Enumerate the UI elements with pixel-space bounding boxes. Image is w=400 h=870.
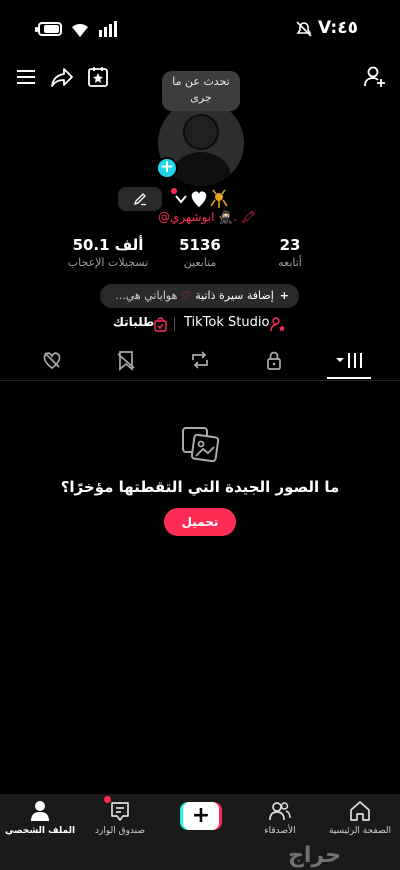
tab-videos[interactable] [335,349,365,371]
nav-home[interactable]: الصفحة الرئيسية [320,800,400,836]
add-friend-icon[interactable] [362,64,388,90]
mute-icon [296,21,312,37]
speech-bubble[interactable]: تحدث عن ما جرى [162,71,240,111]
your-orders-link[interactable]: طلباتك [113,315,154,329]
add-story-plus-icon[interactable]: + [156,157,178,179]
nav-inbox-label: صندوق الوارد [94,826,146,836]
plus-icon: + [279,289,289,302]
share-icon[interactable] [49,64,75,90]
likes-label: تسجيلات الإعجاب [67,256,149,269]
tiktok-studio-link[interactable]: TikTok Studio [184,315,269,330]
tab-favorites[interactable] [115,349,137,371]
signal-icon [99,21,117,37]
battery-fill [44,25,59,33]
chevron-down-icon[interactable] [174,193,188,205]
clock: V:٤٥ [318,18,358,38]
likes-count: 50.1 ألف [72,236,144,254]
likes-stat[interactable]: 50.1 ألف تسجيلات الإعجاب [60,236,156,269]
create-plus-icon: + [183,802,219,830]
home-icon [350,801,370,821]
tab-liked[interactable] [41,349,63,371]
pencil-icon [133,193,146,206]
nav-friends-label: الأصدقاء [264,826,296,836]
upload-button[interactable]: تحميل [164,508,236,536]
photos-icon [182,427,220,463]
nav-friends[interactable]: الأصدقاء [240,800,320,836]
edit-profile-button[interactable] [118,187,162,211]
heart-icon: ♡ [181,289,192,302]
add-bio-button[interactable]: + إضافة سيرة ذاتية♡هواياتي هي... [100,284,299,308]
followers-label: متابعين [183,256,217,269]
nav-inbox[interactable]: صندوق الوارد [80,800,160,836]
tab-private[interactable] [263,349,285,371]
battery-icon [35,22,62,36]
followers-count: 5136 [179,236,221,254]
calendar-star-icon[interactable] [85,64,111,90]
tab-reposts[interactable] [189,349,211,371]
profile-tabs [0,345,400,381]
nav-profile[interactable]: الملف الشخصي [0,800,80,836]
status-bar: V:٤٥ [0,0,400,58]
active-tab-indicator [327,377,371,379]
profile-icon [31,801,49,821]
username-handle: @ابوشهري 🥷🏻. 🖍 [158,210,257,224]
following-stat[interactable]: 23 أتابعه [258,236,322,269]
divider [174,317,175,331]
create-post-button[interactable]: + [180,802,222,830]
watermark: حراج [288,843,341,868]
friends-icon [269,802,291,821]
add-bio-label: إضافة سيرة ذاتية [195,289,274,302]
studio-user-star-icon [270,317,286,332]
following-label: أتابعه [278,256,302,269]
nav-profile-label: الملف الشخصي [4,826,76,836]
wifi-icon [72,23,88,37]
menu-icon[interactable] [13,64,39,90]
inbox-icon [111,802,129,821]
avatar-body-shape [171,152,231,186]
empty-state-title: ما الصور الجيدة التي التقطتها مؤخرًا؟ [60,478,340,496]
name-emoji-icon [191,189,228,208]
bio-hint: هواياتي هي... [115,289,178,302]
following-count: 23 [279,236,301,254]
shopping-bag-icon [154,317,167,332]
avatar-head-shape [183,114,219,150]
nav-home-label: الصفحة الرئيسية [328,826,392,836]
inbox-notification-dot [104,796,111,803]
followers-stat[interactable]: 5136 متابعين [160,236,240,269]
